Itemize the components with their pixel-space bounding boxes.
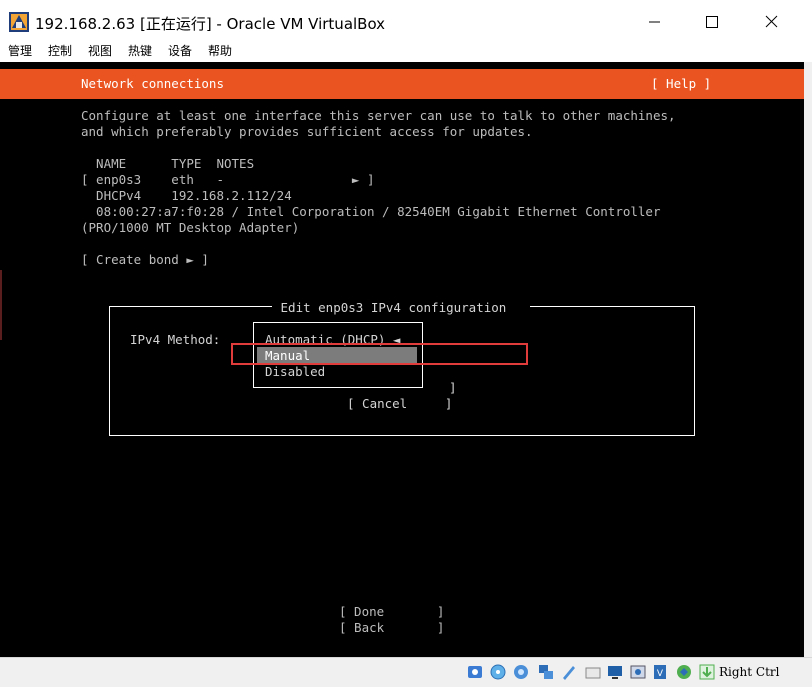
window-right-border [804, 62, 812, 657]
save-button-bracket[interactable]: ] [449, 380, 457, 396]
menu-hotkeys[interactable]: 热键 [128, 42, 152, 59]
dialog-title: Edit enp0s3 IPv4 configuration [273, 300, 514, 315]
menu-help[interactable]: 帮助 [208, 42, 232, 59]
minimize-button[interactable] [632, 0, 678, 44]
interface-address: DHCPv4 192.168.2.112/24 [81, 188, 292, 203]
recording-icon[interactable] [629, 663, 647, 681]
back-button[interactable]: [ Back ] [339, 620, 444, 636]
title-bar: 192.168.2.63 [正在运行] - Oracle VM VirtualB… [0, 0, 812, 44]
display-icon[interactable] [606, 663, 624, 681]
network-icon[interactable] [537, 663, 555, 681]
option-disabled[interactable]: Disabled [265, 364, 325, 380]
usb-icon[interactable] [560, 663, 578, 681]
interface-mac: 08:00:27:a7:f0:28 / Intel Corporation / … [81, 204, 661, 219]
intro-text-line1: Configure at least one interface this se… [81, 108, 676, 123]
audio-icon[interactable] [512, 663, 530, 681]
host-key-label: Right Ctrl [719, 665, 780, 679]
interface-table-header: NAME TYPE NOTES [81, 156, 255, 171]
window-title: 192.168.2.63 [正在运行] - Oracle VM VirtualB… [35, 15, 386, 33]
shared-folder-icon[interactable] [584, 663, 602, 681]
intro-text-line2: and which preferably provides sufficient… [81, 124, 533, 139]
interface-row-enp0s3[interactable]: [ enp0s3 eth - ► ] [81, 172, 375, 188]
vm-screen[interactable]: Network connections [ Help ] Configure a… [0, 62, 804, 657]
close-button[interactable] [748, 0, 794, 44]
create-bond-button[interactable]: [ Create bond ► ] [81, 252, 209, 268]
maximize-button[interactable] [689, 0, 735, 44]
hard-disk-icon[interactable] [466, 663, 484, 681]
menu-control[interactable]: 控制 [48, 42, 72, 59]
cancel-button[interactable]: [ Cancel ] [347, 396, 452, 412]
done-button[interactable]: [ Done ] [339, 604, 444, 620]
ipv4-method-label: IPv4 Method: [130, 332, 221, 347]
header-title: Network connections [81, 76, 224, 91]
window-left-edge [0, 270, 2, 340]
status-bar: V Right Ctrl [0, 657, 812, 687]
menu-view[interactable]: 视图 [88, 42, 112, 59]
menu-machine[interactable]: 管理 [8, 42, 32, 59]
mouse-integration-icon[interactable] [698, 663, 716, 681]
svg-text:V: V [657, 669, 664, 679]
menu-bar: 管理 控制 视图 热键 设备 帮助 [0, 40, 812, 62]
interface-model: (PRO/1000 MT Desktop Adapter) [81, 220, 300, 235]
virtualbox-icon [9, 12, 29, 32]
cpu-icon[interactable]: V [651, 663, 669, 681]
optical-disk-icon[interactable] [489, 663, 507, 681]
vt-x-icon[interactable] [675, 663, 693, 681]
help-button[interactable]: [ Help ] [651, 76, 711, 92]
menu-devices[interactable]: 设备 [168, 42, 192, 59]
annotation-highlight-box [231, 343, 528, 365]
